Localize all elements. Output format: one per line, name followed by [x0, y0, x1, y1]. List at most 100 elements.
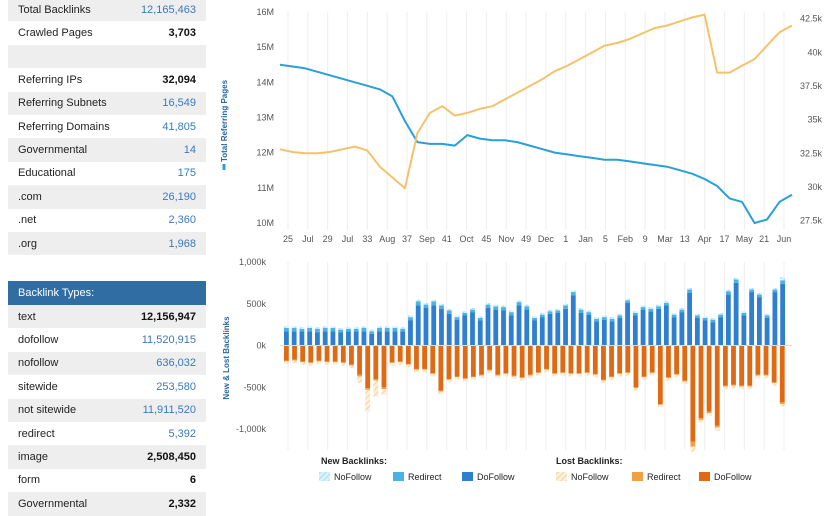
- new-dofollow-bar: [772, 292, 778, 346]
- lost-nofollow-bar: [292, 360, 297, 364]
- new-redirect-bar: [749, 289, 755, 293]
- lost-nofollow-bar: [503, 373, 509, 377]
- new-redirect-bar: [656, 306, 661, 309]
- lost-nofollow-bar: [316, 361, 322, 364]
- lost-redirect-bar: [601, 379, 606, 381]
- new-redirect-bar: [632, 312, 638, 316]
- new-dofollow-bar: [756, 297, 762, 346]
- lost-redirect-bar: [714, 425, 720, 428]
- legend-swatch: [632, 472, 643, 481]
- lost-nofollow-bar: [747, 386, 753, 390]
- lost-nofollow-bar: [381, 389, 387, 395]
- x-tick-label: Mar: [657, 234, 673, 244]
- bar-y-tick-label: 500k: [246, 299, 266, 309]
- new-dofollow-bar: [485, 307, 491, 346]
- new-nofollow-bar: [493, 304, 499, 307]
- new-nofollow-bar: [648, 307, 654, 309]
- lost-dofollow-bar: [584, 345, 590, 373]
- y-left-tick-label: 14M: [256, 77, 274, 87]
- lost-redirect-bar: [544, 368, 549, 370]
- lost-redirect-bar: [511, 375, 517, 377]
- lost-dofollow-bar: [405, 345, 411, 364]
- lost-redirect-bar: [470, 376, 476, 378]
- lost-dofollow-bar: [430, 345, 436, 374]
- lost-nofollow-bar: [584, 373, 590, 376]
- y-left-tick-label: 16M: [256, 7, 274, 17]
- lost-dofollow-bar: [544, 345, 549, 369]
- new-dofollow-bar: [346, 331, 351, 346]
- charts-area: 16M 15M 14M 13M 12M 11M 10M 42.5k 40k 37.5k 35k 32.…: [220, 7, 823, 482]
- new-redirect-bar: [299, 328, 305, 332]
- new-redirect-bar: [423, 304, 429, 308]
- new-nofollow-bar: [299, 327, 305, 329]
- new-dofollow-bar: [524, 309, 530, 346]
- new-redirect-bar: [586, 312, 592, 315]
- lost-dofollow-bar: [300, 345, 306, 362]
- lost-dofollow-bar: [527, 345, 533, 375]
- new-dofollow-bar: [710, 322, 716, 346]
- new-nofollow-bar: [346, 327, 351, 329]
- new-nofollow-bar: [687, 287, 693, 290]
- y-left-tick-label: 11M: [257, 183, 274, 193]
- x-tick-label: 21: [759, 234, 769, 244]
- new-redirect-bar: [353, 328, 359, 332]
- new-nofollow-bar: [508, 310, 514, 313]
- lost-redirect-bar: [487, 369, 493, 371]
- lost-redirect-bar: [503, 373, 509, 374]
- new-dofollow-bar: [718, 317, 724, 346]
- bar-y-tick-label: -500k: [243, 382, 266, 392]
- lost-redirect-bar: [316, 360, 322, 362]
- x-tick-label: May: [736, 234, 754, 244]
- new-redirect-bar: [377, 328, 382, 332]
- lost-dofollow-bar: [706, 345, 712, 412]
- new-dofollow-bar: [493, 309, 499, 346]
- new-redirect-bar: [485, 304, 491, 308]
- new-redirect-bar: [439, 305, 444, 309]
- lost-nofollow-bar: [357, 376, 362, 384]
- lost-dofollow-bar: [641, 345, 647, 377]
- lost-dofollow-bar: [625, 345, 631, 373]
- legend-swatch: [319, 472, 330, 481]
- new-redirect-bar: [454, 317, 460, 320]
- lost-redirect-bar: [292, 359, 297, 361]
- legend-item-label: NoFollow: [571, 472, 609, 482]
- new-dofollow-bar: [508, 315, 514, 346]
- lost-dofollow-bar: [779, 345, 785, 403]
- new-nofollow-bar: [439, 303, 444, 306]
- new-nofollow-bar: [671, 312, 677, 315]
- new-nofollow-bar: [617, 313, 623, 316]
- new-nofollow-bar: [330, 326, 336, 329]
- lost-dofollow-bar: [698, 345, 704, 419]
- lost-redirect-bar: [633, 387, 639, 389]
- x-tick-label: Nov: [498, 234, 515, 244]
- legend-swatch: [556, 472, 567, 481]
- new-redirect-bar: [547, 311, 553, 314]
- lost-dofollow-bar: [462, 345, 468, 379]
- new-nofollow-bar: [710, 317, 716, 320]
- legend-swatch: [393, 472, 404, 481]
- lost-nofollow-bar: [479, 375, 484, 379]
- legend-swatch: [462, 472, 473, 481]
- new-dofollow-bar: [609, 321, 615, 346]
- lost-dofollow-bar: [731, 345, 736, 385]
- lost-redirect-bar: [479, 374, 484, 376]
- lost-redirect-bar: [576, 373, 582, 374]
- new-dofollow-bar: [477, 320, 483, 346]
- lost-redirect-bar: [397, 361, 403, 363]
- new-redirect-bar: [640, 307, 646, 310]
- x-tick-label: Jul: [342, 234, 354, 244]
- new-nofollow-bar: [477, 316, 483, 318]
- new-dofollow-bar: [725, 294, 731, 346]
- lost-nofollow-bar: [568, 373, 574, 377]
- new-redirect-bar: [338, 329, 344, 333]
- lost-dofollow-bar: [666, 345, 671, 378]
- lost-redirect-bar: [536, 372, 541, 374]
- lost-dofollow-bar: [511, 345, 517, 376]
- new-dofollow-bar: [780, 283, 786, 346]
- lost-dofollow-bar: [503, 345, 509, 374]
- new-nofollow-bar: [377, 326, 382, 329]
- y-right-tick-label: 42.5k: [800, 14, 823, 24]
- x-tick-label: Aug: [379, 234, 395, 244]
- lost-dofollow-bar: [682, 345, 688, 381]
- lost-dofollow-bar: [657, 345, 663, 405]
